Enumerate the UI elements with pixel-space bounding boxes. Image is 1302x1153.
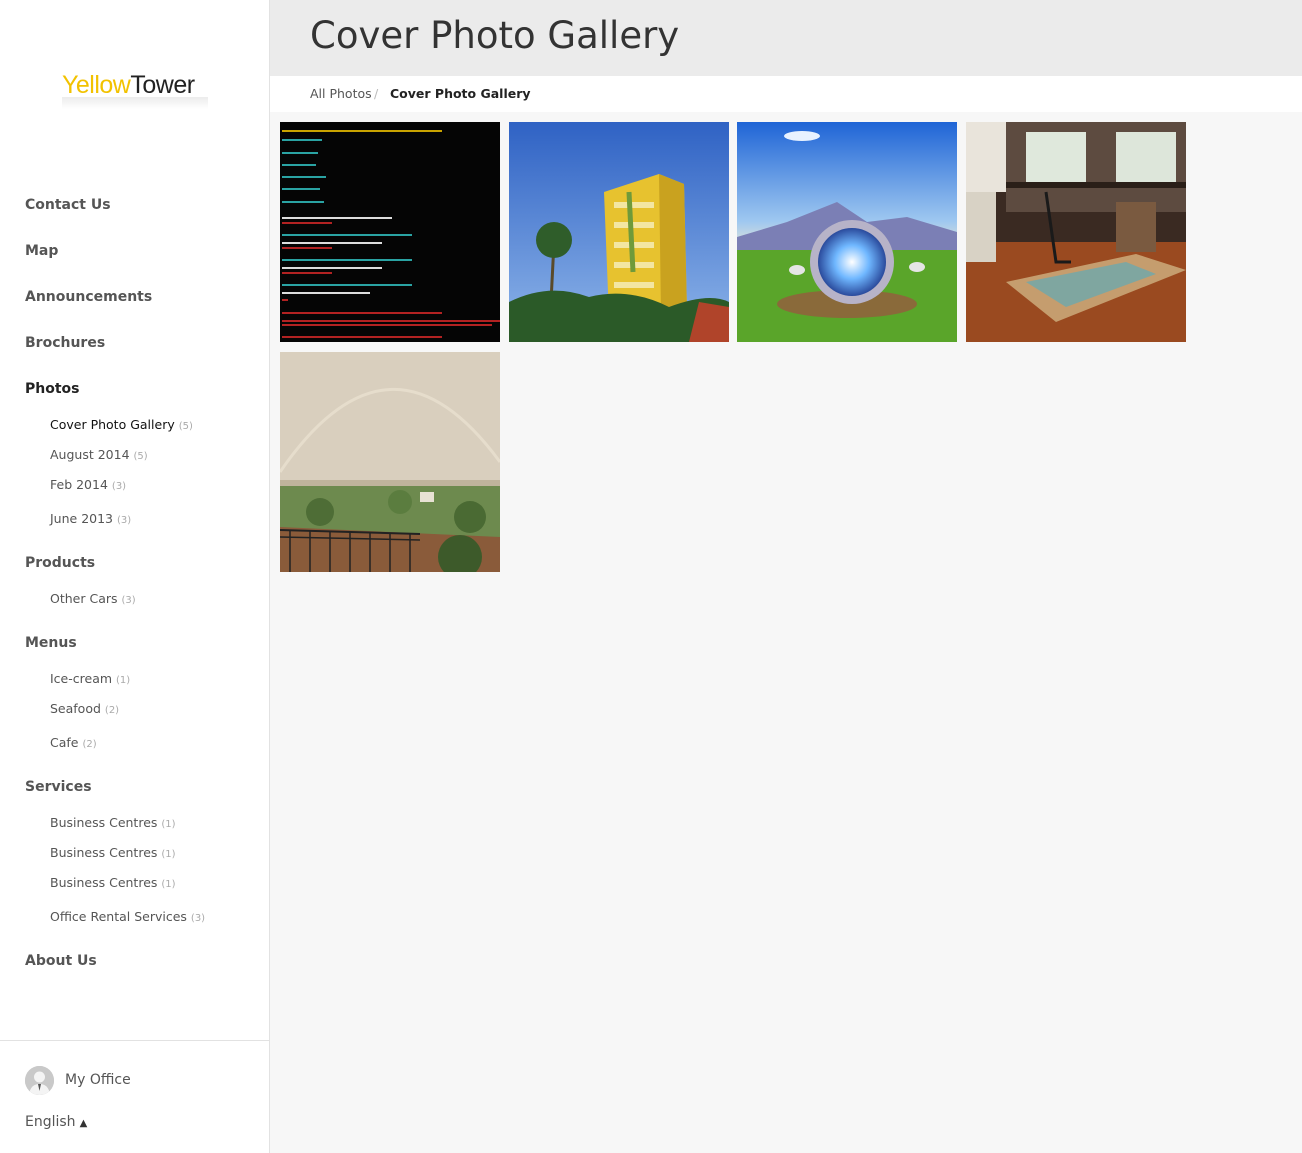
breadcrumb-separator: / — [374, 86, 379, 101]
page-header: Cover Photo Gallery — [270, 0, 1302, 76]
rainbow-landscape-photo[interactable] — [280, 352, 500, 572]
nav-item-label: Business Centres — [50, 845, 158, 860]
nav-item-label: Business Centres — [50, 875, 158, 890]
nav-item-seafood[interactable]: Seafood (2) — [50, 701, 119, 716]
nav-item-other-cars[interactable]: Other Cars (3) — [50, 591, 136, 606]
nav-item-label: Ice-cream — [50, 671, 113, 686]
sidebar: YellowTower Contact Us Map Announcements… — [0, 0, 270, 1153]
nav-item-business-centres-1[interactable]: Business Centres (1) — [50, 815, 176, 830]
nav-item-count: (3) — [190, 913, 206, 924]
fantasy-portal-photo[interactable] — [737, 122, 957, 342]
nav-item-label: Business Centres — [50, 815, 158, 830]
nav-services[interactable]: Services — [25, 779, 92, 795]
language-selector[interactable]: English ▲ — [25, 1114, 87, 1130]
nav-contact-us[interactable]: Contact Us — [25, 197, 111, 213]
page-title: Cover Photo Gallery — [310, 14, 680, 57]
loft-interior-photo[interactable] — [966, 122, 1186, 342]
nav-announcements[interactable]: Announcements — [25, 289, 152, 305]
nav-item-cover-photo-gallery[interactable]: Cover Photo Gallery (5) — [50, 417, 193, 432]
sidebar-footer-divider — [0, 1040, 269, 1041]
logo-text-yellow: Yellow — [62, 71, 131, 99]
nav-item-count: (1) — [116, 675, 131, 686]
nav-item-june-2013[interactable]: June 2013 (3) — [50, 511, 131, 526]
nav-item-label: August 2014 — [50, 447, 130, 462]
nav-item-count: (3) — [111, 481, 127, 492]
nav-about-us[interactable]: About Us — [25, 953, 97, 969]
nav-item-feb-2014[interactable]: Feb 2014 (3) — [50, 477, 126, 492]
nav-item-office-rental-services[interactable]: Office Rental Services (3) — [50, 909, 205, 924]
nav-map[interactable]: Map — [25, 243, 58, 259]
user-avatar-icon[interactable] — [25, 1066, 54, 1095]
breadcrumb-all-photos[interactable]: All Photos — [310, 86, 372, 101]
nav-item-business-centres-3[interactable]: Business Centres (1) — [50, 875, 176, 890]
nav-item-count: (3) — [121, 595, 136, 606]
my-office-link[interactable]: My Office — [65, 1072, 131, 1088]
nav-photos[interactable]: Photos — [25, 381, 80, 397]
nav-item-count: (2) — [104, 705, 120, 716]
nav-item-label: Cover Photo Gallery — [50, 417, 175, 432]
nav-brochures[interactable]: Brochures — [25, 335, 105, 351]
nav-item-count: (2) — [82, 739, 97, 750]
nav-menus[interactable]: Menus — [25, 635, 77, 651]
nav-item-label: June 2013 — [50, 511, 114, 526]
nav-item-count: (1) — [161, 849, 176, 860]
breadcrumb-current: Cover Photo Gallery — [390, 86, 531, 101]
nav-item-cafe[interactable]: Cafe (2) — [50, 735, 97, 750]
nav-item-august-2014[interactable]: August 2014 (5) — [50, 447, 148, 462]
nav-item-label: Feb 2014 — [50, 477, 108, 492]
nav-item-label: Seafood — [50, 701, 101, 716]
nav-item-label: Cafe — [50, 735, 79, 750]
terminal-screenshot-photo[interactable] — [280, 122, 500, 342]
nav-item-business-centres-2[interactable]: Business Centres (1) — [50, 845, 176, 860]
nav-item-count: (5) — [178, 421, 193, 432]
breadcrumb: All Photos / Cover Photo Gallery — [270, 76, 1302, 112]
nav-item-count: (1) — [161, 819, 176, 830]
caret-up-icon: ▲ — [79, 1118, 88, 1129]
nav-item-label: Other Cars — [50, 591, 118, 606]
yellow-tower-building-photo[interactable] — [509, 122, 729, 342]
yellow-tower-logo[interactable]: YellowTower — [62, 70, 208, 114]
nav-products[interactable]: Products — [25, 555, 95, 571]
language-label: English — [25, 1114, 76, 1130]
main-content: Cover Photo Gallery All Photos / Cover P… — [270, 0, 1302, 1153]
logo-text-tower: Tower — [130, 71, 195, 99]
nav-item-count: (1) — [161, 879, 176, 890]
logo-reflection — [62, 97, 208, 109]
nav-item-count: (3) — [117, 515, 132, 526]
nav-item-label: Office Rental Services — [50, 909, 187, 924]
nav-item-count: (5) — [133, 451, 148, 462]
nav-item-ice-cream[interactable]: Ice-cream (1) — [50, 671, 130, 686]
